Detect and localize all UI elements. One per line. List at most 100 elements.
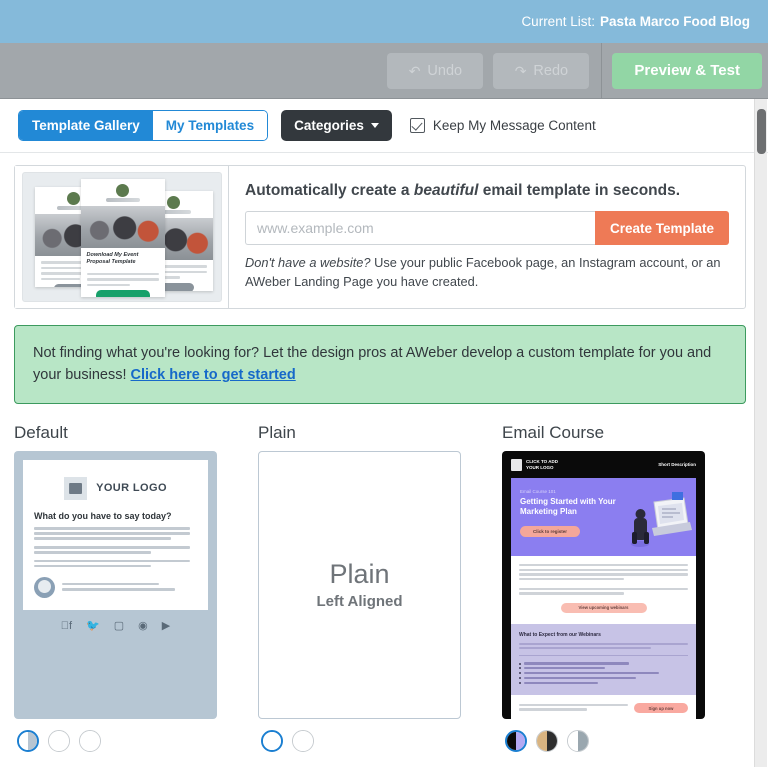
template-card-email-course[interactable]: Email Course CLICK TO ADD YOUR LOGO Shor… (502, 423, 746, 752)
course-footer: Sign up now (511, 695, 696, 719)
avatar (34, 577, 55, 599)
preview-social-row: f 🐦 ▢ ◉ ▶ (23, 610, 208, 632)
course-header: CLICK TO ADD YOUR LOGO Short Description (511, 458, 696, 471)
course-footer-row: Sign up now (519, 703, 688, 714)
course-hero-title: Getting Started with Your Marketing Plan (520, 496, 616, 517)
logo-line-2: YOUR LOGO (526, 464, 554, 470)
image-placeholder-icon (64, 476, 88, 500)
course-footer-cta: Sign up now (634, 703, 688, 714)
template-preview-default[interactable]: YOUR LOGO What do you have to say today? (14, 450, 217, 719)
course-hero-cta: Click to register (520, 525, 580, 537)
preview-paragraph (34, 526, 197, 540)
auto-create-heading: Automatically create a beautiful email t… (245, 182, 729, 200)
laptop-illustration-icon (631, 491, 692, 547)
stack-card-title: Download My Event Proposal Template (86, 252, 139, 266)
color-swatch[interactable] (48, 729, 70, 752)
signature-lines (62, 582, 197, 593)
gallery-scroll-area: Download My Event Proposal Template Auto… (0, 153, 768, 767)
color-swatch-selected[interactable] (505, 729, 527, 752)
color-swatch-selected[interactable] (17, 729, 39, 752)
template-card-default[interactable]: Default YOUR LOGO What do you have to sa… (14, 423, 258, 752)
color-swatch[interactable] (567, 729, 589, 752)
template-title: Plain (258, 422, 296, 442)
course-logo-text: CLICK TO ADD YOUR LOGO (526, 459, 558, 470)
create-template-button[interactable]: Create Template (594, 211, 729, 245)
categories-dropdown-button[interactable]: Categories (281, 110, 392, 141)
stack-logo-icon (167, 196, 180, 209)
template-title: Email Course (502, 422, 605, 442)
scrollbar-thumb[interactable] (757, 109, 766, 154)
divider (519, 655, 688, 657)
categories-label: Categories (294, 118, 364, 133)
course-body: View upcoming webinars (511, 555, 696, 624)
keep-message-content-toggle[interactable]: Keep My Message Content (409, 118, 596, 133)
preview-heading: What do you have to say today? (34, 510, 172, 521)
app-window: Current List: Pasta Marco Food Blog ↶ Un… (0, 0, 768, 767)
vertical-scrollbar[interactable] (754, 99, 767, 767)
url-input-row: Create Template (245, 211, 729, 245)
template-source-segmented-control: Template Gallery My Templates (18, 110, 269, 141)
template-grid: Default YOUR LOGO What do you have to sa… (14, 423, 746, 752)
template-title: Default (14, 422, 68, 442)
editor-toolbar: ↶ Undo ↷ Redo Preview & Test (0, 42, 768, 99)
keep-message-content-label: Keep My Message Content (432, 118, 596, 133)
twitter-icon: 🐦 (81, 620, 100, 633)
preview-sheet: YOUR LOGO What do you have to say today? (23, 459, 208, 611)
pinterest-icon: ◉ (134, 620, 148, 633)
auto-create-thumbnail: Download My Event Proposal Template (15, 166, 229, 308)
current-list-label: Current List: (521, 14, 595, 29)
note-emphasis: Don't have a website? (245, 255, 371, 270)
color-swatch[interactable] (79, 729, 101, 752)
chevron-down-icon (370, 123, 379, 128)
stack-logo-icon (67, 192, 80, 205)
preview-paragraph (34, 545, 197, 554)
undo-arrow-icon: ↶ (408, 62, 421, 79)
preview-paragraph (34, 559, 197, 568)
heading-part-2: email template in seconds. (478, 182, 681, 199)
current-list-value[interactable]: Pasta Marco Food Blog (600, 14, 750, 29)
checkbox-checked-icon[interactable] (409, 118, 425, 133)
stack-photo (80, 206, 165, 248)
stack-lines (81, 268, 165, 297)
plain-preview-small-text: Left Aligned (316, 593, 403, 611)
redo-arrow-icon: ↷ (514, 62, 527, 79)
promo-link[interactable]: Click here to get started (131, 367, 296, 383)
course-expect-panel: What to Expect from our Webinars (511, 623, 696, 696)
redo-label: Redo (533, 62, 569, 79)
stack-card-center: Download My Event Proposal Template (80, 179, 165, 297)
stack-logo-icon (116, 184, 129, 197)
color-swatch-selected[interactable] (261, 729, 283, 752)
color-swatch-row (502, 729, 746, 752)
color-swatch-row (258, 729, 502, 752)
preview-logo-row: YOUR LOGO (34, 476, 197, 500)
stack-script-text (105, 198, 140, 202)
youtube-icon: ▶ (157, 620, 170, 633)
course-panel-heading: What to Expect from our Webinars (519, 631, 601, 638)
gallery-tab-row: Template Gallery My Templates Categories… (0, 99, 768, 153)
color-swatch[interactable] (536, 729, 558, 752)
tab-template-gallery[interactable]: Template Gallery (19, 111, 153, 140)
tab-my-templates[interactable]: My Templates (152, 111, 268, 140)
custom-template-promo-banner: Not finding what you're looking for? Let… (14, 325, 746, 404)
course-logo: CLICK TO ADD YOUR LOGO (511, 458, 558, 471)
facebook-icon: f (61, 620, 72, 633)
auto-create-note: Don't have a website? Use your public Fa… (245, 254, 729, 291)
toolbar-divider (601, 42, 603, 99)
color-swatch[interactable] (292, 729, 314, 752)
undo-button[interactable]: ↶ Undo (387, 52, 484, 89)
preview-and-test-button[interactable]: Preview & Test (612, 52, 762, 89)
redo-button[interactable]: ↷ Redo (493, 52, 590, 89)
instagram-icon: ▢ (109, 620, 124, 633)
template-preview-plain[interactable]: Plain Left Aligned (258, 450, 461, 719)
image-placeholder-icon (511, 458, 522, 471)
stack-cta-button (95, 290, 150, 297)
undo-label: Undo (427, 62, 463, 79)
template-stack-preview-image: Download My Event Proposal Template (21, 172, 222, 302)
course-body-cta: View upcoming webinars (560, 602, 647, 613)
auto-create-panel: Download My Event Proposal Template Auto… (14, 165, 746, 309)
template-card-plain[interactable]: Plain Plain Left Aligned (258, 423, 502, 752)
template-preview-email-course[interactable]: CLICK TO ADD YOUR LOGO Short Description… (502, 450, 705, 719)
course-hero: Email Course 101 Getting Started with Yo… (511, 477, 696, 556)
preview-signature (34, 577, 197, 599)
website-url-input[interactable] (245, 211, 595, 245)
